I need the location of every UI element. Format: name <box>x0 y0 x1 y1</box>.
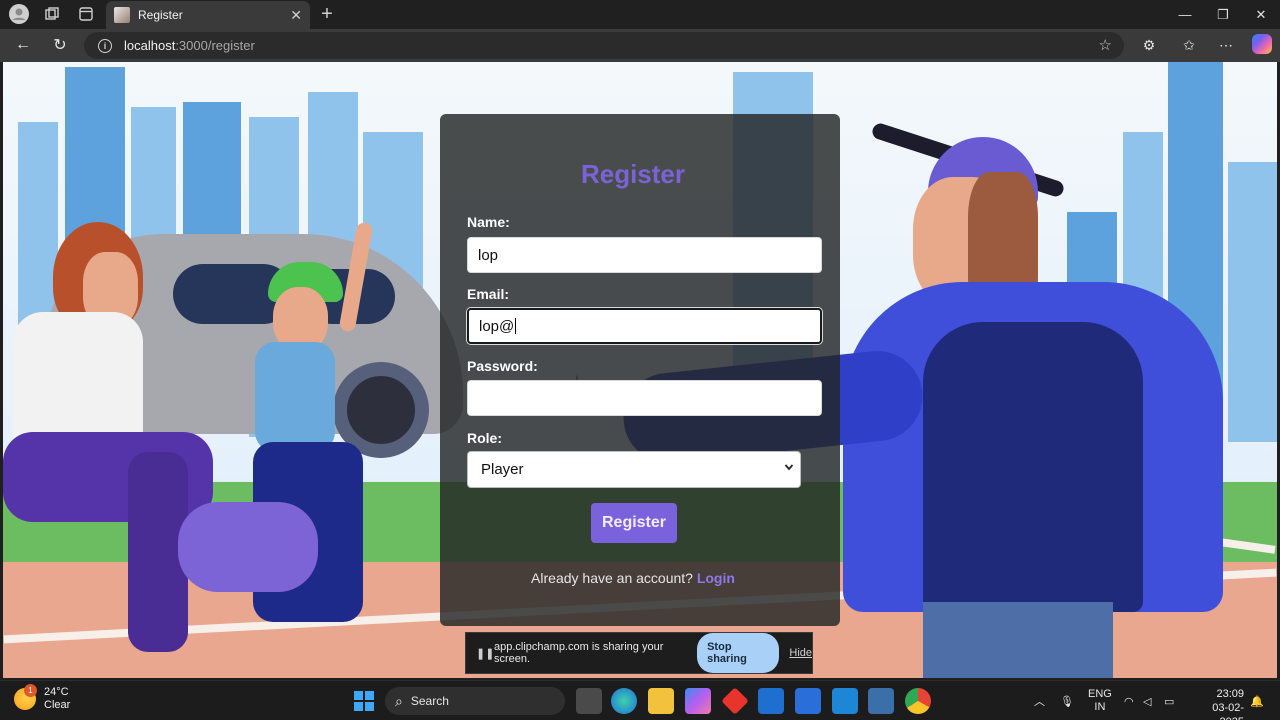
lang-line2: IN <box>1094 701 1106 713</box>
share-message: app.clipchamp.com is sharing your screen… <box>494 641 664 665</box>
clock-date: 03-02-2025 <box>1212 702 1244 720</box>
weather-sun-icon: 1 <box>14 684 37 710</box>
outlook-icon[interactable] <box>758 688 784 714</box>
close-window-icon[interactable]: ✕ <box>1242 0 1280 29</box>
chrome-icon[interactable] <box>905 688 931 714</box>
copilot-icon[interactable] <box>1252 34 1272 54</box>
task-view-icon[interactable] <box>576 688 602 714</box>
tray-overflow-icon[interactable]: ︿ <box>1034 681 1045 720</box>
hide-share-bar-link[interactable]: Hide <box>789 647 812 659</box>
login-link[interactable]: Login <box>697 570 735 586</box>
language-indicator[interactable]: ENG IN <box>1088 681 1112 720</box>
weather-widget[interactable]: 1 24°C Clear <box>14 684 71 712</box>
name-field-value: lop <box>478 246 499 264</box>
taskbar-search[interactable]: ⌕ Search <box>385 687 565 715</box>
dropbox-icon[interactable] <box>795 688 821 714</box>
file-explorer-icon[interactable] <box>648 688 674 714</box>
tab-actions-icon[interactable] <box>74 3 98 25</box>
vscode-icon[interactable] <box>832 688 858 714</box>
drag-handle-icon[interactable]: ❚❚ <box>476 647 494 660</box>
microphone-icon[interactable]: 🎙 <box>1060 681 1074 720</box>
page-title: Register <box>580 159 686 189</box>
weather-badge: 1 <box>24 684 37 697</box>
search-icon: ⌕ <box>395 692 403 709</box>
favorites-icon[interactable]: ✩ <box>1176 33 1202 57</box>
email-field[interactable]: lop@ <box>467 308 822 344</box>
battery-icon[interactable]: ▭ <box>1164 681 1174 720</box>
more-menu-icon[interactable]: ⋯ <box>1213 33 1239 57</box>
edge-icon[interactable] <box>611 688 637 714</box>
new-tab-icon[interactable]: + <box>315 3 339 25</box>
name-label: Name: <box>467 214 510 230</box>
login-prompt: Already have an account? Login <box>440 570 826 586</box>
profile-avatar-icon[interactable] <box>7 3 31 25</box>
login-prompt-text: Already have an account? <box>531 570 693 586</box>
tab-register[interactable]: Register ✕ <box>106 1 310 29</box>
red-app-icon[interactable] <box>721 687 749 715</box>
register-card: Register Name: lop Email: lop@ I Passwor… <box>440 114 840 626</box>
maximize-icon[interactable]: ❐ <box>1204 0 1242 29</box>
workspaces-icon[interactable] <box>40 3 64 25</box>
tab-close-icon[interactable]: ✕ <box>290 7 302 24</box>
screen: Register ✕ + — ❐ ✕ ← ↻ i localhost:3000/… <box>0 0 1280 720</box>
browser-tab-strip: Register ✕ + — ❐ ✕ <box>0 0 1280 29</box>
weather-temp: 24°C <box>44 686 69 698</box>
email-label: Email: <box>467 286 510 302</box>
role-selected-value: Player <box>481 461 524 478</box>
back-icon[interactable]: ← <box>10 33 36 57</box>
refresh-icon[interactable]: ↻ <box>47 33 73 57</box>
stop-sharing-button[interactable]: Stop sharing <box>697 633 780 673</box>
clock-time: 23:09 <box>1216 688 1244 700</box>
page-viewport: Register Name: lop Email: lop@ I Passwor… <box>3 62 1277 678</box>
password-field[interactable] <box>467 380 822 416</box>
browser-toolbar: ← ↻ i localhost:3000/register ☆ ⚙ ✩ ⋯ <box>0 29 1280 62</box>
lang-line1: ENG <box>1088 688 1112 700</box>
url-path: :3000/register <box>175 38 255 53</box>
password-label: Password: <box>467 358 538 374</box>
url-host: localhost <box>124 38 176 53</box>
chevron-down-icon <box>784 461 794 475</box>
role-label: Role: <box>467 430 502 446</box>
site-info-icon[interactable]: i <box>98 38 112 53</box>
illustration-child <box>173 212 393 632</box>
wifi-icon[interactable]: ◠ <box>1124 681 1134 720</box>
text-caret <box>515 318 517 334</box>
tab-favicon-icon <box>114 7 130 23</box>
weather-desc: Clear <box>44 699 71 711</box>
taskbar-search-placeholder: Search <box>410 694 449 708</box>
volume-icon[interactable]: ◁ <box>1143 681 1151 720</box>
copilot-app-icon[interactable] <box>685 688 711 714</box>
email-field-value: lop@ <box>479 317 515 335</box>
role-select[interactable]: Player <box>467 451 801 488</box>
name-field[interactable]: lop <box>467 237 822 273</box>
notifications-bell-icon[interactable]: 🔔 <box>1250 681 1264 720</box>
screen-share-bar: ❚❚ app.clipchamp.com is sharing your scr… <box>465 632 813 674</box>
favorite-star-icon[interactable]: ☆ <box>1099 36 1112 54</box>
register-button[interactable]: Register <box>591 503 677 543</box>
windows-taskbar: 1 24°C Clear ⌕ Search ︿ 🎙 ENG IN ◠ ◁ ▭ 2… <box>0 680 1280 720</box>
start-icon[interactable] <box>351 688 377 714</box>
address-bar[interactable]: i localhost:3000/register ☆ <box>84 32 1124 59</box>
extensions-icon[interactable]: ⚙ <box>1136 33 1162 57</box>
taskbar-clock[interactable]: 23:09 03-02-2025 <box>1188 687 1244 720</box>
tab-title: Register <box>138 8 183 22</box>
minimize-icon[interactable]: — <box>1166 0 1204 29</box>
postgres-icon[interactable] <box>868 688 894 714</box>
